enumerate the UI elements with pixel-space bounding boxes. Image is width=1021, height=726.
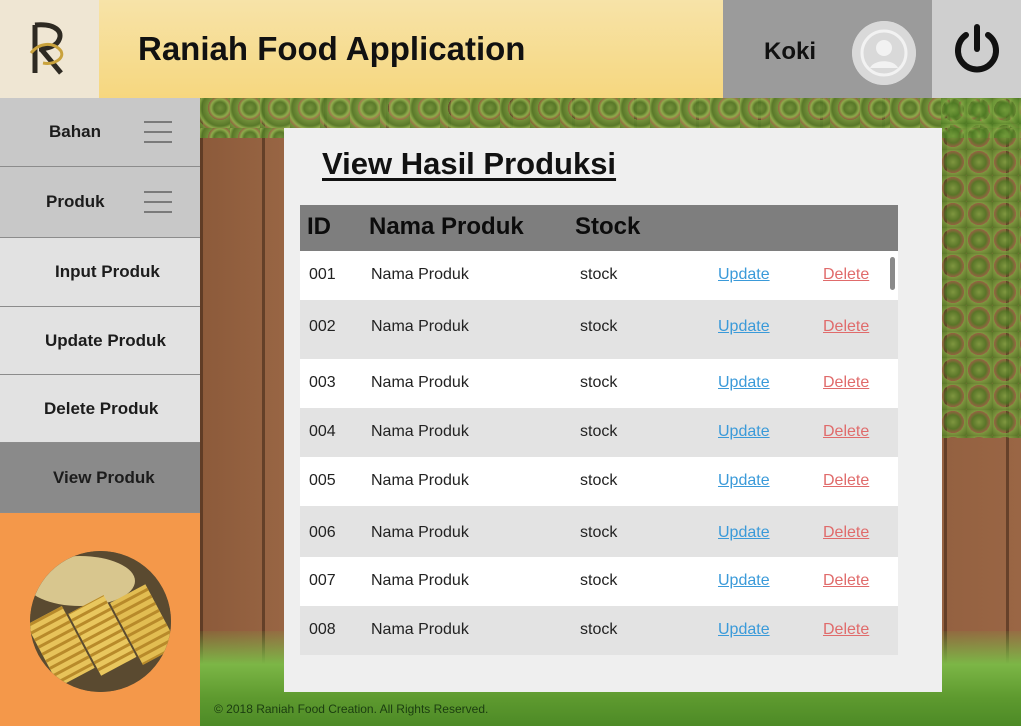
- column-header-nama-produk: Nama Produk: [369, 213, 524, 240]
- cell-stock: stock: [580, 621, 618, 638]
- table-row: 003 Nama Produk stock Update Delete: [300, 359, 898, 408]
- sidebar-item-label: Produk: [46, 192, 105, 211]
- delete-link[interactable]: Delete: [823, 621, 869, 639]
- sidebar-item-label: Bahan: [49, 122, 101, 141]
- cell-stock: stock: [580, 572, 618, 589]
- delete-link[interactable]: Delete: [823, 423, 869, 441]
- cell-nama-produk: Nama Produk: [371, 266, 469, 283]
- user-panel: Koki: [723, 0, 932, 98]
- update-link[interactable]: Update: [718, 572, 770, 590]
- sidebar-item-produk[interactable]: Produk: [0, 167, 200, 238]
- page-title: View Hasil Produksi: [322, 146, 617, 181]
- produk-table: ID Nama Produk Stock 001 Nama Produk stock…: [300, 205, 898, 655]
- cell-nama-produk: Nama Produk: [371, 572, 469, 589]
- user-avatar-icon[interactable]: [852, 21, 916, 85]
- cell-stock: stock: [580, 423, 618, 440]
- sidebar-item-bahan[interactable]: Bahan: [0, 98, 200, 167]
- raniah-logo-icon: [29, 22, 63, 75]
- cell-id: 001: [309, 266, 336, 283]
- content-panel: View Hasil Produksi ID Nama Produk Stock…: [284, 128, 942, 692]
- user-name: Koki: [764, 38, 817, 65]
- update-link[interactable]: Update: [718, 472, 770, 490]
- column-header-stock: Stock: [575, 213, 641, 240]
- delete-link[interactable]: Delete: [823, 572, 869, 590]
- cell-nama-produk: Nama Produk: [371, 318, 469, 335]
- cell-id: 002: [309, 318, 336, 335]
- sidebar-item-label: View Produk: [53, 467, 155, 487]
- table-row: 006 Nama Produk stock Update Delete: [300, 506, 898, 557]
- cell-stock: stock: [580, 524, 618, 541]
- table-row: 002 Nama Produk stock Update Delete: [300, 300, 898, 359]
- sidebar-item-delete-produk[interactable]: Delete Produk: [0, 375, 200, 443]
- delete-link[interactable]: Delete: [823, 266, 869, 284]
- footer-copyright: © 2018 Raniah Food Creation. All Rights …: [214, 702, 489, 716]
- sidebar-item-label: Input Produk: [55, 262, 160, 281]
- update-link[interactable]: Update: [718, 524, 770, 542]
- cell-stock: stock: [580, 472, 618, 489]
- table-header: ID Nama Produk Stock: [300, 205, 898, 251]
- cell-id: 008: [309, 621, 336, 638]
- cell-nama-produk: Nama Produk: [371, 423, 469, 440]
- update-link[interactable]: Update: [718, 374, 770, 392]
- sidebar-item-update-produk[interactable]: Update Produk: [0, 307, 200, 375]
- cell-id: 003: [309, 374, 336, 391]
- cell-stock: stock: [580, 266, 618, 283]
- cell-id: 006: [309, 524, 336, 541]
- logo: [0, 0, 99, 98]
- table-row: 005 Nama Produk stock Update Delete: [300, 457, 898, 506]
- cell-nama-produk: Nama Produk: [371, 621, 469, 638]
- cell-id: 004: [309, 423, 336, 440]
- cell-nama-produk: Nama Produk: [371, 472, 469, 489]
- delete-link[interactable]: Delete: [823, 472, 869, 490]
- leaves-decoration-right: [941, 98, 1021, 438]
- sidebar-item-view-produk[interactable]: View Produk: [0, 443, 200, 513]
- food-panel: [0, 513, 200, 726]
- table-row: 001 Nama Produk stock Update Delete: [300, 251, 898, 300]
- table-row: 008 Nama Produk stock Update Delete: [300, 606, 898, 655]
- power-button[interactable]: [932, 0, 1021, 98]
- delete-link[interactable]: Delete: [823, 524, 869, 542]
- update-link[interactable]: Update: [718, 266, 770, 284]
- cell-nama-produk: Nama Produk: [371, 374, 469, 391]
- cell-id: 007: [309, 572, 336, 589]
- table-row: 007 Nama Produk stock Update Delete: [300, 557, 898, 606]
- cell-id: 005: [309, 472, 336, 489]
- scrollbar-thumb[interactable]: [890, 257, 895, 290]
- sidebar-item-label: Update Produk: [45, 330, 166, 350]
- hamburger-icon[interactable]: [144, 191, 172, 213]
- sidebar-item-label: Delete Produk: [44, 398, 159, 418]
- cell-stock: stock: [580, 374, 618, 391]
- delete-link[interactable]: Delete: [823, 318, 869, 336]
- power-icon: [954, 24, 999, 73]
- table-row: 004 Nama Produk stock Update Delete: [300, 408, 898, 457]
- food-image: [30, 551, 171, 692]
- update-link[interactable]: Update: [718, 621, 770, 639]
- sidebar-item-input-produk[interactable]: Input Produk: [0, 238, 200, 307]
- title-bar: Raniah Food Application: [99, 0, 723, 98]
- update-link[interactable]: Update: [718, 318, 770, 336]
- cell-nama-produk: Nama Produk: [371, 524, 469, 541]
- hamburger-icon[interactable]: [144, 121, 172, 143]
- column-header-id: ID: [307, 213, 331, 240]
- app-title: Raniah Food Application: [138, 30, 526, 67]
- delete-link[interactable]: Delete: [823, 374, 869, 392]
- update-link[interactable]: Update: [718, 423, 770, 441]
- cell-stock: stock: [580, 318, 618, 335]
- sidebar: Bahan Produk Input Produk Update Produk …: [0, 98, 200, 726]
